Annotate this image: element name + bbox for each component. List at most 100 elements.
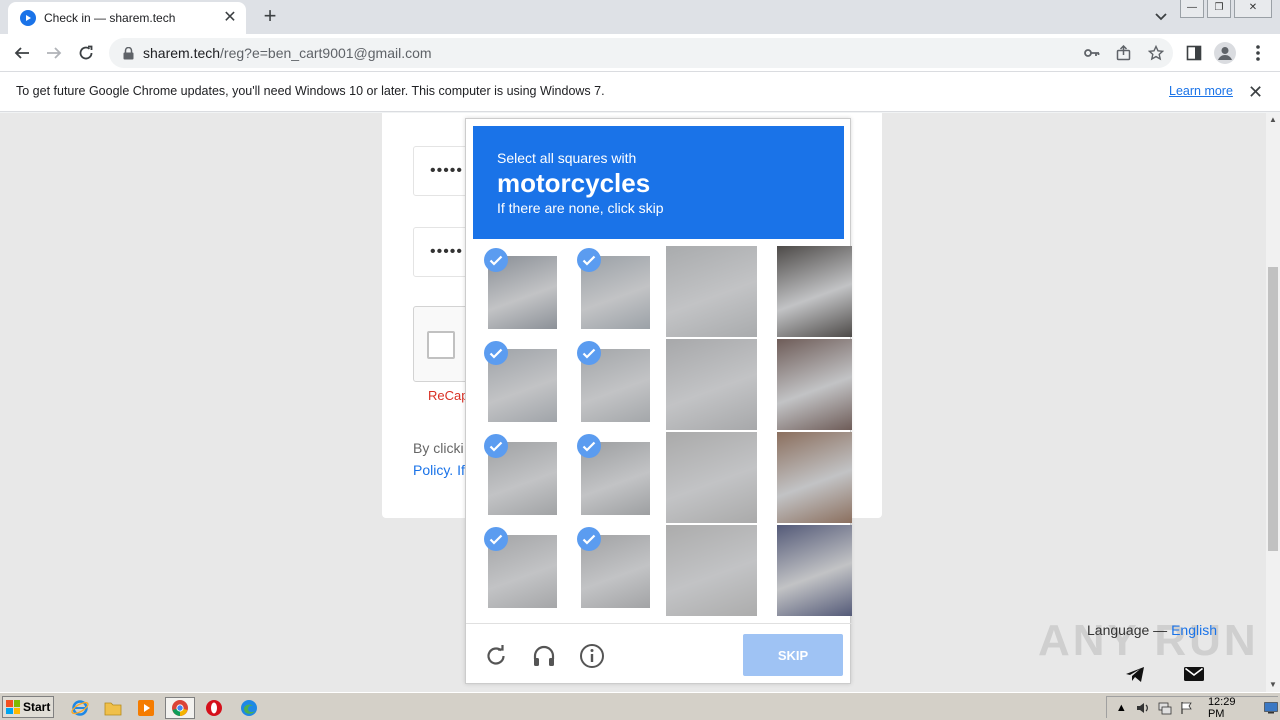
browser-toolbar: sharem.tech/reg?e=ben_cart9001@gmail.com [0, 34, 1280, 72]
challenge-target: motorcycles [497, 168, 651, 198]
system-tray: ▲ 12:29 PM [1106, 695, 1278, 720]
captcha-tile[interactable] [666, 432, 757, 523]
learn-more-link[interactable]: Learn more [1169, 84, 1233, 98]
reload-button[interactable] [74, 41, 98, 65]
minimize-button[interactable]: — [1180, 0, 1204, 18]
language-selector: Language — English [1087, 622, 1217, 638]
recaptcha-error-text: ReCap [428, 388, 469, 403]
challenge-hint: If there are none, click skip [497, 200, 664, 216]
tab-close-icon[interactable]: ✕ [220, 8, 240, 28]
network-icon[interactable] [1157, 700, 1172, 716]
captcha-tile[interactable] [777, 339, 852, 430]
challenge-instruction: Select all squares with [497, 150, 637, 166]
windows-taskbar: Start ▲ 12:29 PM [0, 692, 1280, 720]
captcha-tile[interactable] [466, 339, 557, 430]
captcha-tile[interactable] [559, 432, 650, 523]
captcha-tile[interactable] [559, 525, 650, 616]
captcha-tile[interactable] [777, 246, 852, 337]
start-button[interactable]: Start [2, 696, 54, 718]
tab-active[interactable]: Check in — sharem.tech ✕ [8, 2, 246, 34]
captcha-tile-image [666, 432, 757, 523]
tile-selected-check-icon [484, 341, 508, 365]
recaptcha-challenge: Select all squares with motorcycles If t… [465, 118, 852, 685]
mail-icon[interactable] [1183, 665, 1205, 683]
windows-logo-icon [6, 700, 20, 714]
bookmark-star-icon[interactable] [1147, 44, 1165, 62]
back-button[interactable] [10, 41, 34, 65]
edge-icon[interactable] [237, 697, 261, 719]
lock-icon[interactable] [121, 46, 135, 60]
captcha-tile-image [777, 339, 852, 430]
policy-link[interactable]: Policy. If [413, 462, 465, 478]
captcha-tile[interactable] [466, 246, 557, 337]
file-explorer-icon[interactable] [101, 697, 125, 719]
url-text[interactable]: sharem.tech/reg?e=ben_cart9001@gmail.com [143, 45, 432, 61]
challenge-header: Select all squares with motorcycles If t… [473, 126, 844, 239]
telegram-icon[interactable] [1124, 665, 1146, 683]
recaptcha-checkbox[interactable] [427, 331, 455, 359]
captcha-tile[interactable] [466, 525, 557, 616]
challenge-footer: SKIP [466, 623, 852, 685]
captcha-tile[interactable] [666, 525, 757, 616]
captcha-tile[interactable] [777, 525, 852, 616]
chrome-taskbar-icon[interactable] [165, 697, 195, 719]
captcha-tile-image [777, 525, 852, 616]
tab-title: Check in — sharem.tech [44, 11, 176, 25]
scroll-thumb[interactable] [1268, 267, 1278, 551]
tile-selected-check-icon [577, 248, 601, 272]
audio-challenge-headphones-icon[interactable] [530, 642, 558, 670]
captcha-tile[interactable] [666, 339, 757, 430]
reload-challenge-icon[interactable] [482, 642, 510, 670]
captcha-tile-image [777, 246, 852, 337]
captcha-tile-image [666, 525, 757, 616]
captcha-tile[interactable] [466, 432, 557, 523]
menu-kebab-icon[interactable] [1247, 42, 1269, 64]
captcha-tile-image [777, 432, 852, 523]
captcha-tile[interactable] [666, 246, 757, 337]
language-label: Language — [1087, 622, 1168, 638]
captcha-tile-image [666, 246, 757, 337]
close-window-button[interactable]: ✕ [1234, 0, 1272, 18]
scroll-down-arrow-icon[interactable]: ▼ [1266, 678, 1280, 692]
address-bar[interactable]: sharem.tech/reg?e=ben_cart9001@gmail.com [109, 38, 1173, 68]
action-center-flag-icon[interactable] [1179, 700, 1194, 716]
ie-icon[interactable] [68, 697, 92, 719]
profile-avatar-icon[interactable] [1214, 42, 1236, 64]
media-player-icon[interactable] [134, 697, 158, 719]
captcha-tile[interactable] [559, 246, 650, 337]
opera-icon[interactable] [202, 697, 226, 719]
show-desktop-icon[interactable] [1263, 700, 1278, 716]
captcha-tile[interactable] [559, 339, 650, 430]
tile-selected-check-icon [484, 434, 508, 458]
share-icon[interactable] [1115, 44, 1133, 62]
captcha-tile[interactable] [777, 432, 852, 523]
captcha-tile-image [666, 339, 757, 430]
scroll-up-arrow-icon[interactable]: ▲ [1266, 113, 1280, 127]
new-tab-button[interactable]: + [258, 5, 282, 29]
tile-selected-check-icon [484, 248, 508, 272]
key-icon[interactable] [1083, 44, 1101, 62]
start-label: Start [23, 700, 51, 714]
volume-icon[interactable] [1136, 700, 1151, 716]
infobar-message: To get future Google Chrome updates, you… [16, 84, 605, 98]
tab-search-chevron-icon[interactable] [1151, 8, 1171, 26]
window-controls: — ❐ ✕ [1177, 0, 1272, 18]
taskbar-clock: 12:29 PM [1207, 695, 1236, 720]
tile-selected-check-icon [484, 527, 508, 551]
tile-selected-check-icon [577, 434, 601, 458]
side-panel-icon[interactable] [1183, 42, 1205, 64]
browser-tabbar: Check in — sharem.tech ✕ + — ❐ ✕ [0, 0, 1280, 34]
help-info-icon[interactable] [578, 642, 606, 670]
restore-button[interactable]: ❐ [1207, 0, 1231, 18]
language-link[interactable]: English [1171, 622, 1217, 638]
legal-text: By clicki [413, 440, 464, 456]
infobar-close-icon[interactable]: ✕ [1248, 82, 1263, 103]
site-favicon-icon [20, 10, 36, 26]
page-scrollbar[interactable]: ▲ ▼ [1266, 113, 1280, 692]
forward-button[interactable] [42, 41, 66, 65]
show-hidden-icons-icon[interactable]: ▲ [1114, 700, 1129, 716]
captcha-image-grid [466, 246, 852, 616]
skip-button[interactable]: SKIP [743, 634, 843, 676]
update-infobar: To get future Google Chrome updates, you… [0, 72, 1280, 112]
tile-selected-check-icon [577, 527, 601, 551]
